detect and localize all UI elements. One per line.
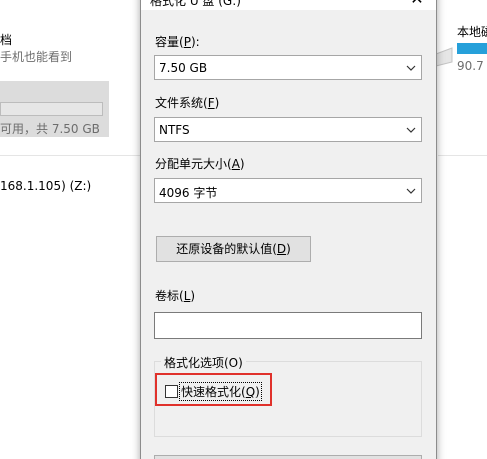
capacity-label: 容量(P): <box>155 35 200 49</box>
format-options-legend: 格式化选项(O) <box>161 354 246 371</box>
background-subtitle: 手机也能看到 <box>0 50 73 64</box>
allocation-label: 分配单元大小(A) <box>155 157 245 171</box>
chevron-down-icon <box>406 127 416 133</box>
background-divider-right <box>438 155 487 156</box>
dialog-titlebar[interactable]: 格式化 U 盘 (G:) ✕ <box>141 0 436 10</box>
background-divider <box>0 155 140 156</box>
drive-icon <box>435 47 453 67</box>
right-drive-name[interactable]: 本地磁 <box>457 23 487 40</box>
capacity-value: 7.50 GB <box>159 61 208 75</box>
allocation-select[interactable]: 4096 字节 <box>154 178 422 203</box>
right-drive-usage-bar <box>457 43 487 54</box>
restore-defaults-button[interactable]: 还原设备的默认值(D) <box>156 236 311 262</box>
background-free-space: 可用，共 7.50 GB <box>0 122 100 136</box>
filesystem-select[interactable]: NTFS <box>154 117 422 142</box>
background-usage-bar <box>0 102 103 116</box>
filesystem-value: NTFS <box>159 123 190 137</box>
right-drive-size: 90.7 <box>457 59 484 73</box>
dialog-title: 格式化 U 盘 (G:) <box>150 0 241 8</box>
allocation-value: 4096 字节 <box>159 186 218 200</box>
volume-label-input[interactable] <box>154 312 422 339</box>
network-drive-label[interactable]: 168.1.105) (Z:) <box>0 179 91 193</box>
chevron-down-icon <box>406 65 416 71</box>
volume-label: 卷标(L) <box>155 289 196 303</box>
background-title: 档 <box>0 33 13 47</box>
format-dialog: 格式化 U 盘 (G:) ✕ 容量(P): 7.50 GB 文件系统(F) NT… <box>140 0 437 459</box>
quick-format-label[interactable]: 快速格式化(Q) <box>179 382 262 401</box>
start-button[interactable] <box>154 455 422 459</box>
screen: 档 手机也能看到 可用，共 7.50 GB 168.1.105) (Z:) 本地… <box>0 0 487 459</box>
filesystem-label: 文件系统(F) <box>155 96 220 110</box>
quick-format-checkbox[interactable] <box>165 385 178 398</box>
close-icon[interactable]: ✕ <box>402 0 432 9</box>
capacity-select[interactable]: 7.50 GB <box>154 55 422 80</box>
chevron-down-icon <box>406 188 416 194</box>
